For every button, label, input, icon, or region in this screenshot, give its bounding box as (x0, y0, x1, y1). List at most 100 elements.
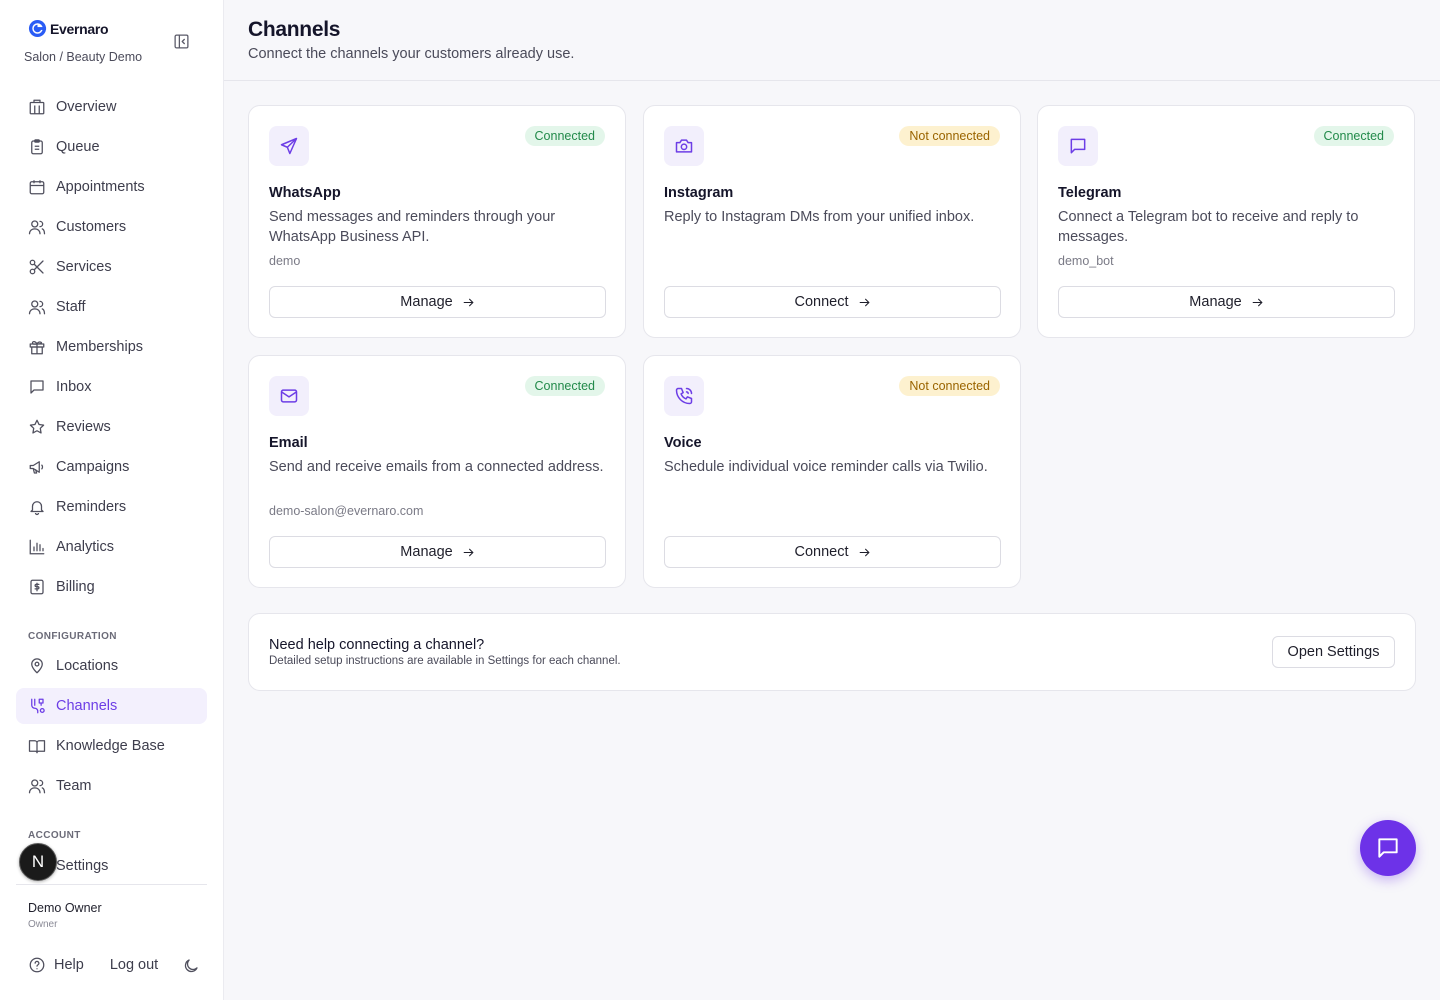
sidebar-item-campaigns[interactable]: Campaigns (16, 449, 207, 485)
theme-toggle-button[interactable] (182, 957, 200, 975)
channel-account: demo (269, 254, 301, 268)
scissors-icon (28, 258, 46, 276)
sidebar-item-channels[interactable]: Channels (16, 688, 207, 724)
sidebar-item-reminders[interactable]: Reminders (16, 489, 207, 525)
mail-icon (269, 376, 309, 416)
megaphone-icon (28, 458, 46, 476)
sidebar-item-label: Billing (56, 579, 95, 595)
channel-name: Telegram (1058, 185, 1122, 201)
sidebar-item-label: Customers (56, 219, 127, 235)
help-link[interactable]: Help (28, 956, 84, 974)
phone-call-icon (664, 376, 704, 416)
chat-icon (1378, 838, 1398, 858)
manage-telegram-button[interactable]: Manage (1058, 286, 1395, 318)
sidebar-item-label: Analytics (56, 539, 115, 555)
connect-voice-button[interactable]: Connect (664, 536, 1001, 568)
sidebar-item-label: Campaigns (56, 459, 130, 475)
sidebar: Evernaro Salon / Beauty Demo Overview Qu… (0, 0, 224, 1000)
sidebar-item-customers[interactable]: Customers (16, 209, 207, 245)
logout-link[interactable]: Log out (110, 957, 158, 973)
button-label: Connect (794, 544, 849, 560)
users-icon (28, 298, 46, 316)
clipboard-icon (28, 138, 46, 156)
sidebar-item-label: Overview (56, 99, 117, 115)
sidebar-item-label: Channels (56, 698, 118, 714)
status-badge: Connected (524, 376, 605, 396)
sidebar-item-label: Staff (56, 299, 86, 315)
route-icon (28, 697, 46, 715)
sidebar-item-locations[interactable]: Locations (16, 648, 207, 684)
brand[interactable]: Evernaro (28, 19, 109, 38)
message-square-icon (1058, 126, 1098, 166)
channel-card-voice: Not connected Voice Schedule individual … (643, 355, 1021, 588)
sidebar-item-analytics[interactable]: Analytics (16, 529, 207, 565)
sidebar-item-label: Reviews (56, 419, 111, 435)
collapse-sidebar-button[interactable] (170, 30, 192, 52)
status-badge: Not connected (899, 126, 1000, 146)
sidebar-item-label: Reminders (56, 499, 127, 515)
next-dev-badge[interactable]: N (19, 843, 57, 881)
sidebar-item-label: Knowledge Base (56, 738, 165, 754)
chat-launcher-button[interactable] (1360, 820, 1416, 876)
map-pin-icon (28, 657, 46, 675)
receipt-icon (28, 578, 46, 596)
sidebar-item-label: Memberships (56, 339, 144, 355)
bar-chart-icon (28, 538, 46, 556)
logout-label: Log out (109, 957, 159, 973)
calendar-icon (28, 178, 46, 196)
sidebar-item-label: Locations (56, 658, 119, 674)
message-icon (28, 378, 46, 396)
manage-email-button[interactable]: Manage (269, 536, 606, 568)
status-badge: Not connected (899, 376, 1000, 396)
sidebar-item-label: Appointments (56, 179, 145, 195)
main-nav: Overview Queue Appointments Customers Se… (16, 89, 207, 609)
channel-account: demo_bot (1058, 254, 1114, 268)
button-label: Manage (400, 544, 453, 560)
sidebar-item-label: Settings (56, 858, 109, 874)
arrow-right-icon (859, 298, 870, 306)
channel-name: Instagram (664, 185, 734, 201)
channel-description: Send and receive emails from a connected… (269, 459, 604, 475)
sidebar-item-services[interactable]: Services (16, 249, 207, 285)
channel-description: Schedule individual voice reminder calls… (664, 459, 988, 475)
sidebar-item-appointments[interactable]: Appointments (16, 169, 207, 205)
sidebar-item-label: Team (56, 778, 92, 794)
sidebar-item-memberships[interactable]: Memberships (16, 329, 207, 365)
channel-card-telegram: Connected Telegram Connect a Telegram bo… (1037, 105, 1415, 338)
arrow-right-icon (859, 548, 870, 556)
manage-whatsapp-button[interactable]: Manage (269, 286, 606, 318)
sidebar-item-reviews[interactable]: Reviews (16, 409, 207, 445)
sidebar-item-billing[interactable]: Billing (16, 569, 207, 605)
sidebar-item-queue[interactable]: Queue (16, 129, 207, 165)
connect-instagram-button[interactable]: Connect (664, 286, 1001, 318)
channel-account: demo-salon@evernaro.com (269, 504, 424, 518)
open-settings-button[interactable]: Open Settings (1272, 636, 1395, 668)
star-icon (28, 418, 46, 436)
status-badge: Connected (1313, 126, 1394, 146)
help-circle-icon (29, 957, 45, 973)
building-icon (28, 98, 46, 116)
channel-card-instagram: Not connected Instagram Reply to Instagr… (643, 105, 1021, 338)
sidebar-item-team[interactable]: Team (16, 768, 207, 804)
sidebar-item-inbox[interactable]: Inbox (16, 369, 207, 405)
send-icon (269, 126, 309, 166)
sidebar-footer: Help Log out (28, 956, 158, 974)
channel-description: Connect a Telegram bot to receive and re… (1058, 209, 1359, 245)
page-header: Channels Connect the channels your custo… (224, 0, 1440, 81)
user-name: Demo Owner (28, 901, 102, 915)
status-badge: Connected (524, 126, 605, 146)
sidebar-item-knowledge-base[interactable]: Knowledge Base (16, 728, 207, 764)
page-title: Channels (248, 18, 341, 41)
sidebar-item-staff[interactable]: Staff (16, 289, 207, 325)
sidebar-item-label: Inbox (56, 379, 92, 395)
channel-description: Send messages and reminders through your… (269, 209, 556, 245)
moon-icon (184, 959, 198, 973)
users-icon (28, 218, 46, 236)
arrow-right-icon (463, 548, 474, 556)
sidebar-item-label: Services (56, 259, 112, 275)
button-label: Manage (1189, 294, 1242, 310)
help-title: Need help connecting a channel? (269, 637, 485, 653)
channel-description: Reply to Instagram DMs from your unified… (664, 209, 975, 225)
sidebar-item-overview[interactable]: Overview (16, 89, 207, 125)
bell-icon (28, 498, 46, 516)
